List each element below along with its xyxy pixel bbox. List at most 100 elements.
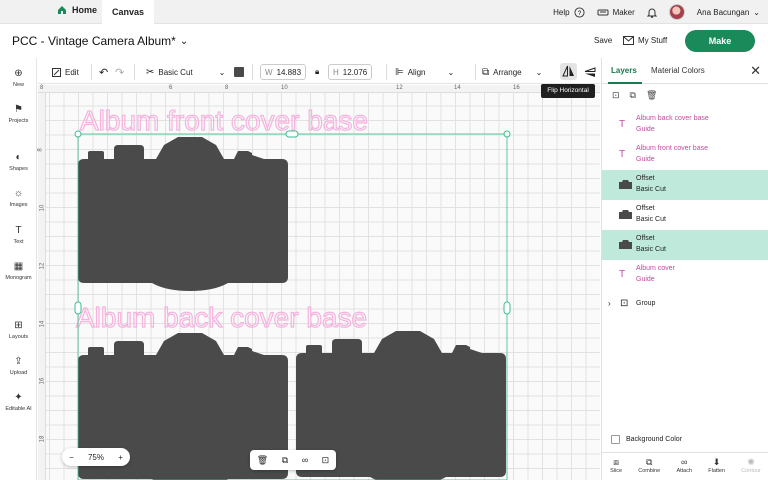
flip-horizontal-button[interactable]: [560, 63, 577, 80]
lock-aspect-button[interactable]: 🔒︎: [315, 64, 319, 80]
align-icon: ⊫: [395, 66, 404, 78]
tab-material-colors[interactable]: Material Colors: [651, 66, 705, 75]
sidebar-item-text[interactable]: T Text: [0, 225, 37, 245]
resize-handle[interactable]: [74, 130, 82, 138]
tab-layers[interactable]: Layers: [611, 66, 637, 75]
top-nav: Home Canvas Help ? Maker Ana Bacungan ⌄: [0, 0, 768, 24]
layer-row[interactable]: T Album back cover base Guide: [602, 110, 768, 140]
width-field[interactable]: W 14.883: [260, 64, 307, 80]
project-title[interactable]: PCC - Vintage Camera Album* ⌄: [12, 34, 188, 48]
chevron-right-icon[interactable]: ›: [608, 299, 611, 308]
chevron-down-icon: ⌄: [753, 7, 760, 17]
ruler-tick: 10: [281, 85, 288, 91]
resize-handle-top[interactable]: [285, 130, 299, 138]
duplicate-icon[interactable]: ⧉: [630, 90, 636, 101]
guide-text-back[interactable]: Album back cover base: [75, 301, 367, 333]
text-layer-icon: T: [619, 119, 626, 130]
undo-button[interactable]: ↶: [99, 64, 108, 80]
sidebar-label: Editable AI: [5, 406, 32, 412]
attach-button[interactable]: ∞ Attach: [676, 453, 692, 480]
guide-text-front[interactable]: Album front cover base: [79, 104, 368, 136]
layer-operation: Basic Cut: [636, 246, 666, 253]
sidebar-item-shapes[interactable]: ◐ Shapes: [0, 152, 37, 172]
layer-row[interactable]: Offset Basic Cut: [602, 170, 768, 200]
combine-button[interactable]: ⧉ Combine: [638, 453, 660, 480]
contour-button[interactable]: ✺ Contour: [741, 453, 761, 480]
zoom-in-button[interactable]: +: [118, 453, 123, 462]
redo-button[interactable]: ↷: [115, 64, 124, 80]
close-icon[interactable]: ✕: [750, 63, 761, 79]
layer-row[interactable]: T Album front cover base Guide: [602, 140, 768, 170]
attach-icon[interactable]: ∞: [302, 455, 308, 465]
left-sidebar: ⊕ New ⚑ Projects ◐ Shapes ☼ Images T Text ▦ Mo…: [0, 58, 37, 480]
group-icon[interactable]: ⊡: [322, 455, 330, 466]
ruler-tick: 8: [225, 85, 229, 91]
make-button[interactable]: Make: [685, 30, 755, 52]
sidebar-item-editable-ai[interactable]: ✦ Editable AI: [0, 392, 37, 412]
sidebar-label: New: [12, 82, 24, 88]
toolbar-divider: [252, 64, 253, 80]
edit-label: Edit: [65, 67, 79, 77]
layer-row[interactable]: T Album cover Guide: [602, 260, 768, 290]
background-color-checkbox[interactable]: [611, 435, 620, 444]
sidebar-item-upload[interactable]: ⇪ Upload: [0, 356, 37, 376]
zoom-out-button[interactable]: −: [69, 453, 74, 462]
ruler-tick: 10: [39, 204, 46, 212]
layer-name: Album cover: [636, 265, 675, 272]
mail-icon: [623, 36, 634, 45]
sidebar-label: Images: [9, 202, 28, 208]
camera-shape-front[interactable]: [78, 137, 288, 291]
trash-icon[interactable]: 🗑︎: [257, 455, 268, 466]
edit-menu[interactable]: Edit: [52, 64, 79, 80]
sidebar-item-new[interactable]: ⊕ New: [0, 68, 37, 88]
toolbar-divider: [475, 64, 476, 80]
my-stuff-button[interactable]: My Stuff: [623, 36, 667, 45]
resize-handle-left[interactable]: [74, 301, 82, 315]
duplicate-icon[interactable]: ⧉: [282, 455, 288, 466]
sidebar-item-layouts[interactable]: ⊞ Layouts: [0, 320, 37, 340]
chevron-down-icon: ⌄: [535, 67, 543, 77]
toolbar-divider: [91, 64, 92, 80]
arrange-menu[interactable]: ⧉ Arrange ⌄: [482, 64, 542, 80]
lock-icon: 🔒︎: [315, 67, 320, 76]
help-link[interactable]: Help ?: [553, 6, 585, 18]
maker-link[interactable]: Maker: [597, 8, 635, 17]
sidebar-item-projects[interactable]: ⚑ Projects: [0, 104, 37, 124]
height-field[interactable]: H 12.076: [328, 64, 373, 80]
resize-handle-right[interactable]: [503, 301, 511, 315]
bell-icon[interactable]: [646, 7, 657, 18]
group-row[interactable]: › ⊡ Group: [602, 290, 768, 320]
operation-select[interactable]: ✂ Basic Cut ⌄: [146, 64, 225, 80]
home-link[interactable]: Home: [57, 5, 97, 15]
my-stuff-label: My Stuff: [638, 36, 668, 45]
tool-label: Flatten: [708, 468, 726, 474]
save-button[interactable]: Save: [594, 36, 612, 45]
chevron-down-icon: ⌄: [447, 67, 455, 77]
tab-canvas[interactable]: Canvas: [102, 0, 154, 24]
ruler-tick: 18: [39, 435, 46, 443]
user-menu[interactable]: Ana Bacungan ⌄: [697, 8, 760, 17]
background-color-row[interactable]: Background Color: [611, 435, 682, 444]
layer-name: Album front cover base: [636, 145, 708, 152]
sidebar-label: Monogram: [5, 275, 32, 281]
resize-handle[interactable]: [503, 130, 511, 138]
group-icon[interactable]: ⊡: [612, 90, 620, 101]
projects-icon: ⚑: [14, 104, 23, 115]
slice-button[interactable]: ⧈ Slice: [610, 453, 622, 480]
operation-label: Basic Cut: [158, 67, 193, 77]
layer-name: Offset: [636, 205, 655, 212]
text-layer-icon: T: [619, 149, 626, 160]
color-swatch[interactable]: [234, 64, 244, 80]
sidebar-item-images[interactable]: ☼ Images: [0, 188, 37, 208]
avatar[interactable]: [668, 4, 685, 20]
lightbulb-icon: ☼: [13, 188, 24, 199]
sparkle-icon: ✦: [14, 392, 23, 403]
sidebar-item-monogram[interactable]: ▦ Monogram: [0, 261, 37, 281]
align-menu[interactable]: ⊫ Align ⌄: [395, 64, 454, 80]
layer-row[interactable]: Offset Basic Cut: [602, 230, 768, 260]
flip-horizontal-tooltip: Flip Horizontal: [541, 84, 595, 98]
flip-vertical-button[interactable]: [583, 64, 596, 80]
flatten-button[interactable]: ⬇ Flatten: [708, 453, 725, 480]
trash-icon[interactable]: 🗑︎: [646, 90, 657, 101]
layer-row[interactable]: Offset Basic Cut: [602, 200, 768, 230]
